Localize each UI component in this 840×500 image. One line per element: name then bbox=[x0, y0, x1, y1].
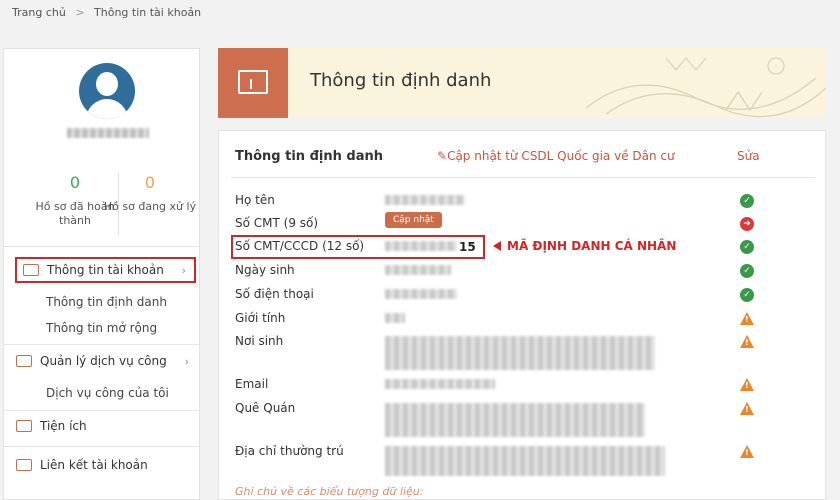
submenu-identity-info[interactable]: Thông tin định danh bbox=[46, 295, 167, 309]
field-label-hometown: Quê Quán bbox=[235, 401, 296, 415]
field-label-email: Email bbox=[235, 377, 269, 391]
warning-icon: ! bbox=[740, 445, 754, 458]
field-label-birthplace: Nơi sinh bbox=[235, 334, 284, 348]
stat-processing-count: 0 bbox=[144, 173, 156, 192]
error-arrow-icon: ➜ bbox=[740, 217, 754, 231]
arrow-left-icon bbox=[493, 241, 501, 251]
warning-icon: ! bbox=[740, 378, 754, 391]
field-value-redacted bbox=[385, 289, 457, 299]
field-value-redacted bbox=[385, 403, 645, 437]
legend-note: Ghi chú về các biểu tượng dữ liệu: bbox=[235, 485, 424, 498]
chevron-right-icon: › bbox=[181, 263, 186, 277]
callout: MÃ ĐỊNH DANH CÁ NHÂN bbox=[493, 239, 676, 253]
update-from-national-db-link[interactable]: ✎Cập nhật từ CSDL Quốc gia về Dân cư bbox=[437, 149, 675, 163]
username-redacted bbox=[67, 128, 149, 138]
breadcrumb-home[interactable]: Trang chủ bbox=[12, 6, 66, 19]
callout-text: MÃ ĐỊNH DANH CÁ NHÂN bbox=[507, 239, 677, 253]
divider bbox=[4, 246, 199, 247]
submenu-extended-info[interactable]: Thông tin mở rộng bbox=[46, 321, 157, 335]
identity-card: Thông tin định danh ✎Cập nhật từ CSDL Qu… bbox=[218, 130, 826, 500]
folder-icon bbox=[16, 355, 32, 367]
breadcrumb: Trang chủ > Thông tin tài khoản bbox=[12, 6, 207, 19]
check-icon: ✓ bbox=[740, 240, 754, 254]
menu-account-link[interactable]: Liên kết tài khoản bbox=[16, 452, 148, 478]
field-value-redacted bbox=[385, 313, 405, 323]
header-card: Thông tin định danh bbox=[218, 48, 826, 118]
warning-icon: ! bbox=[740, 402, 754, 415]
check-icon: ✓ bbox=[740, 194, 754, 208]
field-label-full-name: Họ tên bbox=[235, 193, 275, 207]
edit-link[interactable]: Sửa bbox=[737, 149, 760, 163]
field-label-permanent-address: Địa chỉ thường trú bbox=[235, 444, 344, 458]
stat-processing-label: Hồ sơ đang xử lý bbox=[103, 200, 197, 213]
avatar-head bbox=[96, 72, 118, 96]
divider bbox=[4, 344, 199, 345]
menu-account-info[interactable]: Thông tin tài khoản › bbox=[15, 257, 196, 283]
field-value-redacted bbox=[385, 446, 665, 476]
menu-utilities[interactable]: Tiện ích bbox=[16, 413, 87, 439]
divider bbox=[4, 410, 199, 411]
id12-suffix: 15 bbox=[459, 240, 476, 254]
breadcrumb-separator: > bbox=[75, 6, 85, 19]
folder-info-icon bbox=[218, 48, 288, 118]
avatar-body bbox=[86, 99, 128, 119]
field-label-id9: Số CMT (9 số) bbox=[235, 216, 319, 230]
check-icon: ✓ bbox=[740, 264, 754, 278]
check-icon: ✓ bbox=[740, 288, 754, 302]
menu-public-services-label: Quản lý dịch vụ công bbox=[40, 354, 167, 368]
field-value-redacted bbox=[385, 265, 451, 275]
folder-icon bbox=[16, 459, 32, 471]
sidebar: 0 Hồ sơ đã hoàn thành 0 Hồ sơ đang xử lý… bbox=[3, 48, 200, 500]
field-label-phone: Số điện thoại bbox=[235, 287, 314, 301]
submenu-my-services[interactable]: Dịch vụ công của tôi bbox=[46, 386, 169, 400]
decorative-pattern bbox=[585, 57, 826, 118]
divider bbox=[231, 177, 815, 178]
page-title: Thông tin định danh bbox=[310, 70, 492, 91]
utilities-icon bbox=[16, 420, 32, 432]
id-card-icon bbox=[23, 264, 39, 276]
menu-utilities-label: Tiện ích bbox=[40, 419, 87, 433]
divider bbox=[4, 446, 199, 447]
chevron-right-icon: › bbox=[184, 354, 189, 368]
update-button[interactable]: Cập nhật bbox=[385, 212, 442, 228]
menu-account-info-label: Thông tin tài khoản bbox=[47, 263, 164, 277]
menu-public-services[interactable]: Quản lý dịch vụ công › bbox=[16, 348, 197, 374]
field-label-gender: Giới tính bbox=[235, 311, 286, 325]
field-label-dob: Ngày sinh bbox=[235, 263, 295, 277]
warning-icon: ! bbox=[740, 335, 754, 348]
field-value-redacted bbox=[385, 241, 457, 251]
field-value-redacted bbox=[385, 379, 495, 389]
warning-icon: ! bbox=[740, 312, 754, 325]
update-link-label: Cập nhật từ CSDL Quốc gia về Dân cư bbox=[447, 149, 675, 163]
stat-processing[interactable]: 0 Hồ sơ đang xử lý bbox=[101, 173, 199, 214]
menu-account-link-label: Liên kết tài khoản bbox=[40, 458, 148, 472]
field-value-redacted bbox=[385, 336, 655, 370]
field-value-redacted bbox=[385, 195, 465, 205]
breadcrumb-current: Thông tin tài khoản bbox=[94, 6, 202, 19]
field-label-id12: Số CMT/CCCD (12 số) bbox=[235, 239, 365, 253]
card-title: Thông tin định danh bbox=[235, 149, 383, 164]
avatar bbox=[79, 63, 135, 119]
